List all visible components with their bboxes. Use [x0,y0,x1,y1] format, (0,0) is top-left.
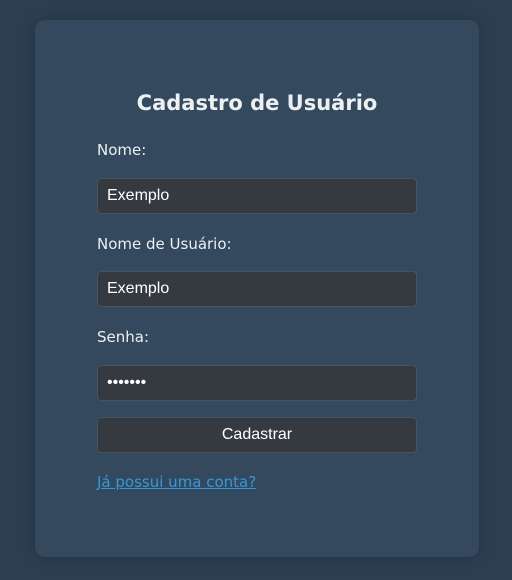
username-input[interactable] [97,271,417,307]
login-link[interactable]: Já possui uma conta? [97,472,256,492]
register-button[interactable]: Cadastrar [97,417,417,453]
form-title: Cadastro de Usuário [136,91,378,115]
name-input[interactable] [97,178,417,214]
password-input[interactable] [97,365,417,401]
registration-card: Cadastro de Usuário Nome: Nome de Usuári… [35,20,479,557]
username-label: Nome de Usuário: [97,235,232,253]
name-label: Nome: [97,141,147,159]
password-label: Senha: [97,328,150,346]
